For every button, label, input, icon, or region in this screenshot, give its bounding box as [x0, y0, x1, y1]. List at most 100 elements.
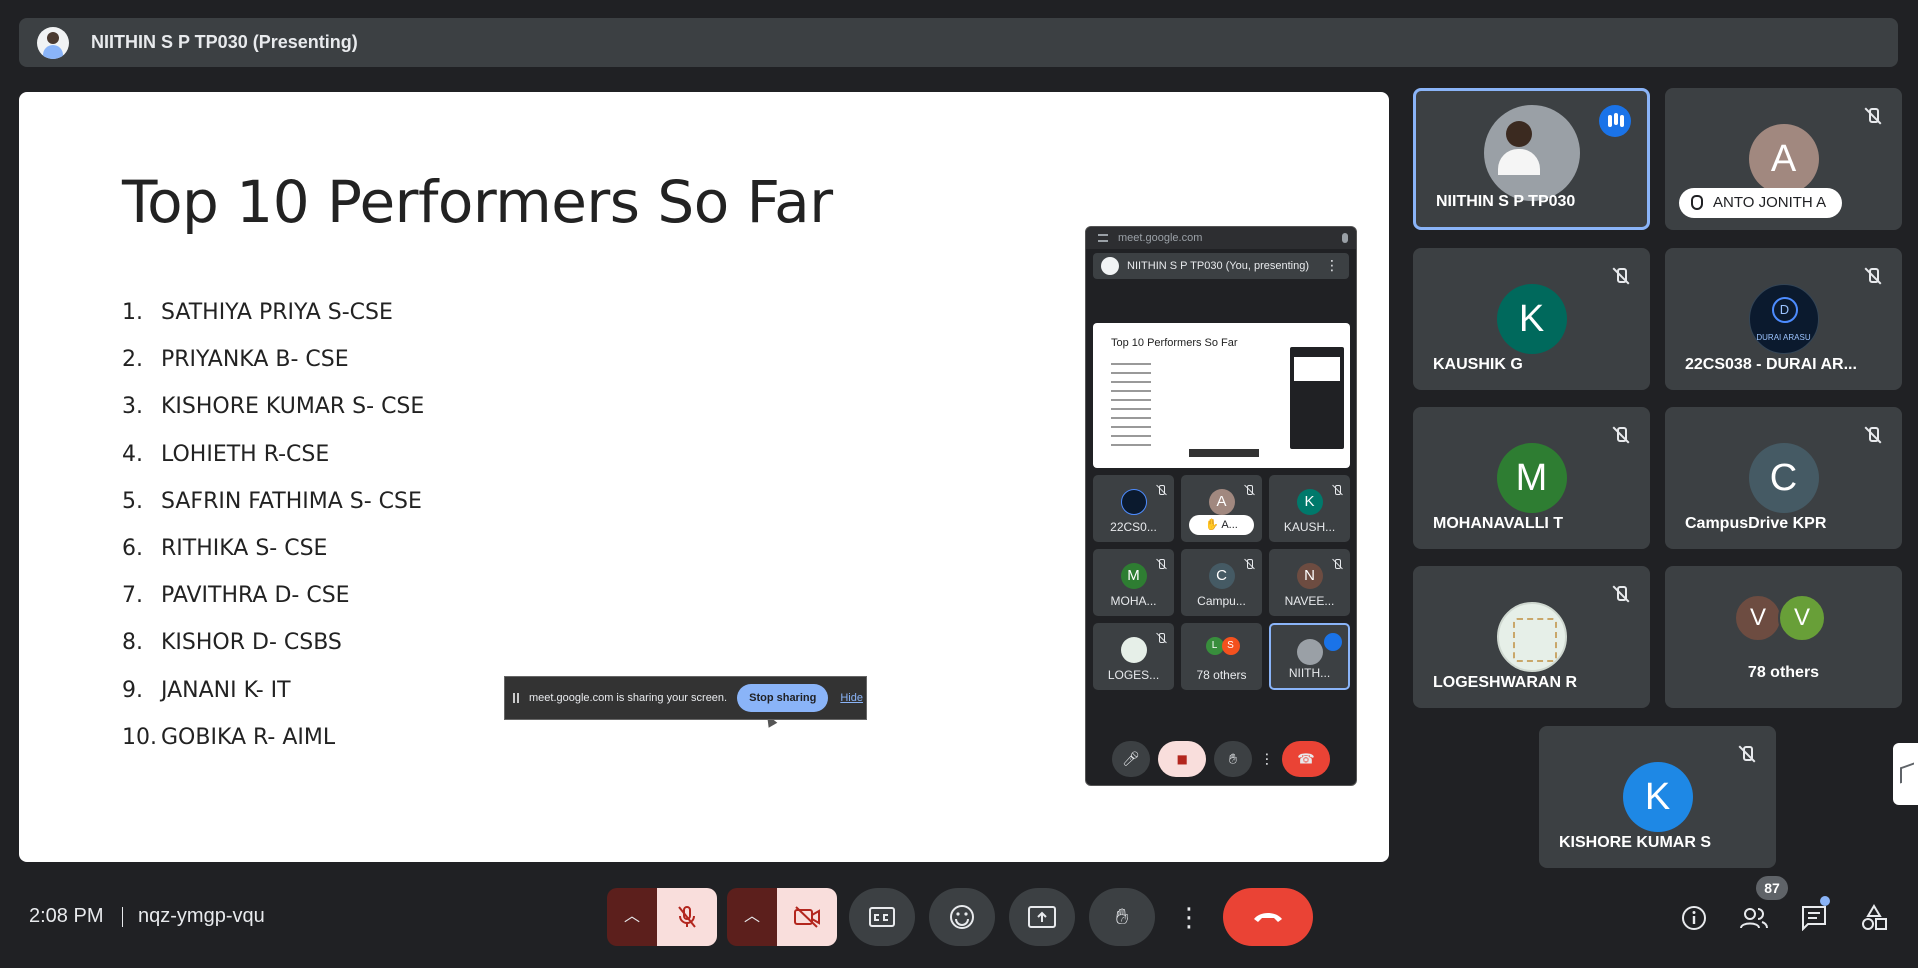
participant-tile[interactable]: D DURAI ARASU 22CS038 - DURAI AR... — [1665, 248, 1902, 390]
end-call-button[interactable] — [1223, 888, 1313, 946]
mini-tile-label: NAVEE... — [1284, 594, 1335, 608]
clock: 2:08 PM — [29, 905, 104, 927]
others-avatars: V V — [1665, 594, 1902, 646]
list-number: 9. — [122, 677, 143, 703]
mini-presenter-name: NIITHIN S P TP030 (You, presenting) — [1127, 260, 1309, 272]
more-vert-icon: ⋮ — [1176, 902, 1202, 932]
participant-tile[interactable]: K KAUSHIK G — [1413, 248, 1650, 390]
mic-icon: 🎤︎ — [1122, 750, 1140, 767]
others-tile[interactable]: V V 78 others — [1665, 566, 1902, 708]
list-number: 10. — [122, 724, 157, 750]
mic-off-icon — [678, 906, 696, 928]
share-notice-text: meet.google.com is sharing your screen. — [529, 692, 728, 704]
list-number: 7. — [122, 583, 143, 609]
list-item: 10. GOBIKA R- AIML — [122, 725, 424, 772]
mic-toggle-button[interactable] — [657, 888, 717, 946]
audio-options-button[interactable]: ︿ — [607, 888, 657, 946]
people-button[interactable] — [1732, 896, 1776, 940]
participant-name: MOHANAVALLI T — [1433, 515, 1564, 532]
mic-off-icon — [1244, 559, 1254, 569]
list-item: 7. PAVITHRA D- CSE — [122, 583, 424, 630]
slide-title: Top 10 Performers So Far — [122, 168, 833, 236]
list-number: 6. — [122, 535, 143, 561]
chevron-up-icon: ︿ — [743, 908, 761, 925]
drag-handle-icon[interactable] — [513, 693, 519, 703]
avatar — [1120, 637, 1147, 663]
participant-name: CampusDrive KPR — [1685, 515, 1827, 532]
shared-screen: Top 10 Performers So Far 1. SATHIYA PRIYA… — [19, 92, 1389, 862]
tune-icon — [1098, 234, 1108, 242]
list-text: SATHIYA PRIYA S-CSE — [161, 300, 393, 325]
end-call-icon — [1254, 913, 1282, 922]
hide-link[interactable]: Hide — [840, 692, 863, 704]
participant-name: LOGESHWARAN R — [1433, 674, 1577, 691]
mini-slide: Top 10 Performers So Far — [1093, 323, 1350, 468]
avatar: S — [1221, 637, 1240, 655]
participant-tile[interactable]: LOGESHWARAN R — [1413, 566, 1650, 708]
emoji-button[interactable] — [929, 888, 995, 946]
others-label: 78 others — [1747, 664, 1820, 681]
participant-name: KISHORE KUMAR S — [1559, 834, 1712, 851]
mini-tile: L S 78 others — [1181, 623, 1262, 690]
mini-tile-label: MOHA... — [1110, 594, 1157, 608]
list-text: SAFRIN FATHIMA S- CSE — [161, 488, 422, 514]
side-panel-tab[interactable] — [1893, 743, 1918, 805]
mic-off-icon — [1610, 266, 1632, 288]
list-text: PRIYANKA B- CSE — [161, 347, 349, 373]
mini-tile-label: Campu... — [1197, 594, 1246, 608]
mini-controls: 🎤︎ ◼ ✋︎ ⋮ ☎︎ — [1086, 739, 1356, 779]
list-text: LOHIETH R-CSE — [161, 441, 330, 467]
speaking-icon — [1324, 633, 1342, 651]
activities-icon — [1862, 904, 1887, 930]
hand-icon: ✋ — [1205, 519, 1219, 531]
mic-off-icon — [1610, 584, 1632, 606]
logo-d: D — [1771, 297, 1798, 323]
performers-list: 1. SATHIYA PRIYA S-CSE 2. PRIYANKA B- CSE … — [122, 300, 424, 772]
mini-presenter-bar: NIITHIN S P TP030 (You, presenting) ⋮ — [1093, 253, 1349, 279]
mic-off-icon — [1862, 106, 1884, 128]
participant-tile[interactable]: M MOHANAVALLI T — [1413, 407, 1650, 549]
raise-hand-icon: ✋︎ — [1229, 750, 1237, 767]
stop-sharing-button[interactable]: Stop sharing — [737, 684, 829, 712]
captions-icon — [869, 907, 895, 927]
mini-tile-label: 78 others — [1196, 668, 1247, 682]
avatar: M — [1496, 443, 1567, 513]
mini-tile: N NAVEE... — [1269, 549, 1350, 616]
more-vert-icon: ⋮ — [1325, 257, 1339, 273]
more-options-button[interactable]: ⋮ — [1169, 888, 1209, 946]
mini-tile: 22CS0... — [1093, 475, 1174, 542]
mini-tile-label: KAUSH... — [1283, 520, 1336, 534]
raise-hand-button[interactable]: ✋︎ — [1089, 888, 1155, 946]
camera-toggle-button[interactable] — [777, 888, 837, 946]
mini-meet-window: meet.google.com NIITHIN S P TP030 (You, … — [1085, 226, 1357, 786]
list-text: RITHIKA S- CSE — [161, 535, 328, 561]
mini-url-bar: meet.google.com — [1086, 227, 1356, 249]
participant-tile[interactable]: NIITHIN S P TP030 — [1413, 88, 1650, 230]
present-button[interactable] — [1009, 888, 1075, 946]
participant-tile[interactable]: C CampusDrive KPR — [1665, 407, 1902, 549]
captions-button[interactable] — [849, 888, 915, 946]
unread-dot — [1820, 896, 1830, 906]
mini-url: meet.google.com — [1118, 232, 1203, 244]
participant-tile[interactable]: A ANTO JONITH A — [1665, 88, 1902, 230]
mini-tile: K KAUSH... — [1269, 475, 1350, 542]
mini-more-button: ⋮ — [1260, 741, 1274, 777]
meeting-code: nqz-ymgp-vqu — [138, 905, 265, 927]
meeting-details-button[interactable] — [1672, 896, 1716, 940]
end-call-icon: ☎︎ — [1297, 750, 1315, 767]
chat-icon — [1802, 906, 1826, 931]
participant-name: NIITHIN S P TP030 — [1436, 193, 1576, 210]
mic-off-icon — [1244, 485, 1254, 495]
mic-icon — [1342, 233, 1348, 243]
avatar: K — [1496, 284, 1567, 354]
mini-camera-button: ◼ — [1158, 741, 1206, 777]
video-options-button[interactable]: ︿ — [727, 888, 777, 946]
mini-thumbnail — [1290, 347, 1344, 449]
mini-hand-button: ✋︎ — [1214, 741, 1252, 777]
mini-slide-list — [1111, 363, 1171, 453]
avatar — [1120, 489, 1147, 515]
divider — [122, 907, 123, 927]
hand-raised-pill: ANTO JONITH A — [1679, 188, 1843, 218]
activities-button[interactable] — [1852, 896, 1896, 940]
participant-tile[interactable]: K KISHORE KUMAR S — [1539, 726, 1776, 868]
